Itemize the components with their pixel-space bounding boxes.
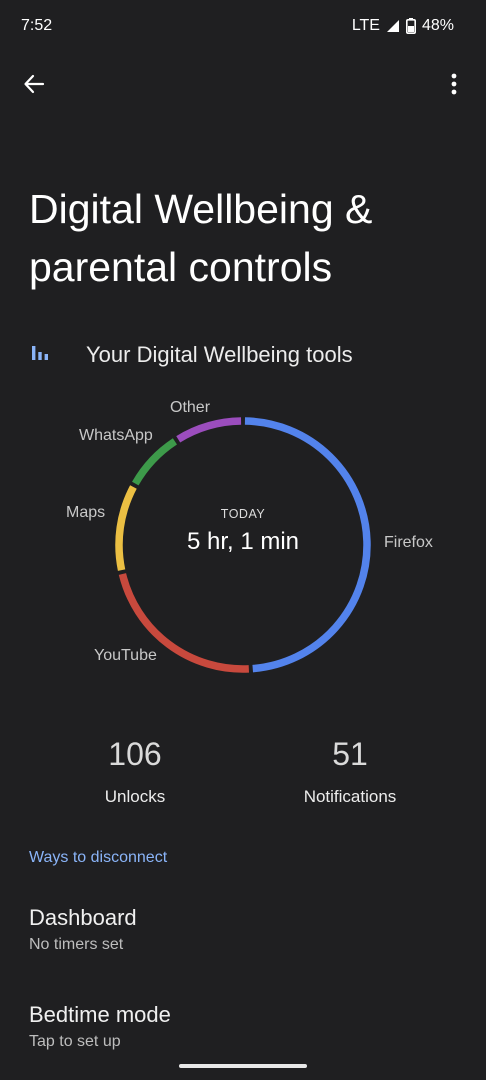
page-title: Digital Wellbeing & parental controls <box>29 186 373 290</box>
unlocks-label: Unlocks <box>104 787 166 806</box>
home-gesture-bar[interactable] <box>179 1064 307 1068</box>
donut-slice-other[interactable] <box>176 417 242 443</box>
arrow-back-icon <box>23 73 45 100</box>
status-time: 7:52 <box>21 17 53 34</box>
donut-slice-whatsapp[interactable] <box>132 438 178 486</box>
wellbeing-tools-header: Your Digital Wellbeing tools <box>30 338 353 372</box>
status-bar: 7:52 LTE 48% <box>0 0 486 52</box>
chart-label-youtube: YouTube <box>94 647 157 664</box>
bar-chart-icon <box>30 344 50 367</box>
bedtime-mode-subtitle: Tap to set up <box>29 1033 121 1050</box>
top-app-bar <box>0 60 486 112</box>
dashboard-title: Dashboard <box>29 905 137 930</box>
more-vert-icon <box>451 73 457 100</box>
chart-label-other: Other <box>170 399 211 416</box>
back-button[interactable] <box>18 70 50 102</box>
signal-icon <box>386 19 400 33</box>
usage-period-label: TODAY <box>220 507 266 521</box>
usage-total: 5 hr, 1 min <box>186 528 300 555</box>
notifications-label: Notifications <box>303 787 397 806</box>
ways-to-disconnect-header: Ways to disconnect <box>29 849 168 866</box>
chart-label-maps: Maps <box>66 504 106 521</box>
unlocks-value: 106 <box>108 736 162 772</box>
bedtime-mode-title: Bedtime mode <box>29 1002 171 1027</box>
chart-label-firefox: Firefox <box>384 534 433 551</box>
notifications-stat: 51 Notifications <box>250 735 450 807</box>
usage-chart[interactable]: Other WhatsApp Maps Firefox YouTube TODA… <box>0 392 486 692</box>
donut-slice-maps[interactable] <box>115 485 137 571</box>
dashboard-item[interactable]: Dashboard No timers set <box>29 904 459 954</box>
network-type: LTE <box>351 17 380 34</box>
dashboard-subtitle: No timers set <box>29 936 124 953</box>
section-label: Your Digital Wellbeing tools <box>86 342 353 367</box>
battery-percent: 48% <box>421 17 454 34</box>
more-options-button[interactable] <box>438 70 470 102</box>
notifications-value: 51 <box>332 736 368 772</box>
battery-icon <box>405 18 416 34</box>
chart-label-whatsapp: WhatsApp <box>79 427 153 444</box>
status-indicators: LTE 48% <box>352 17 454 35</box>
bedtime-mode-item[interactable]: Bedtime mode Tap to set up <box>29 1001 459 1051</box>
unlocks-stat: 106 Unlocks <box>35 735 235 807</box>
